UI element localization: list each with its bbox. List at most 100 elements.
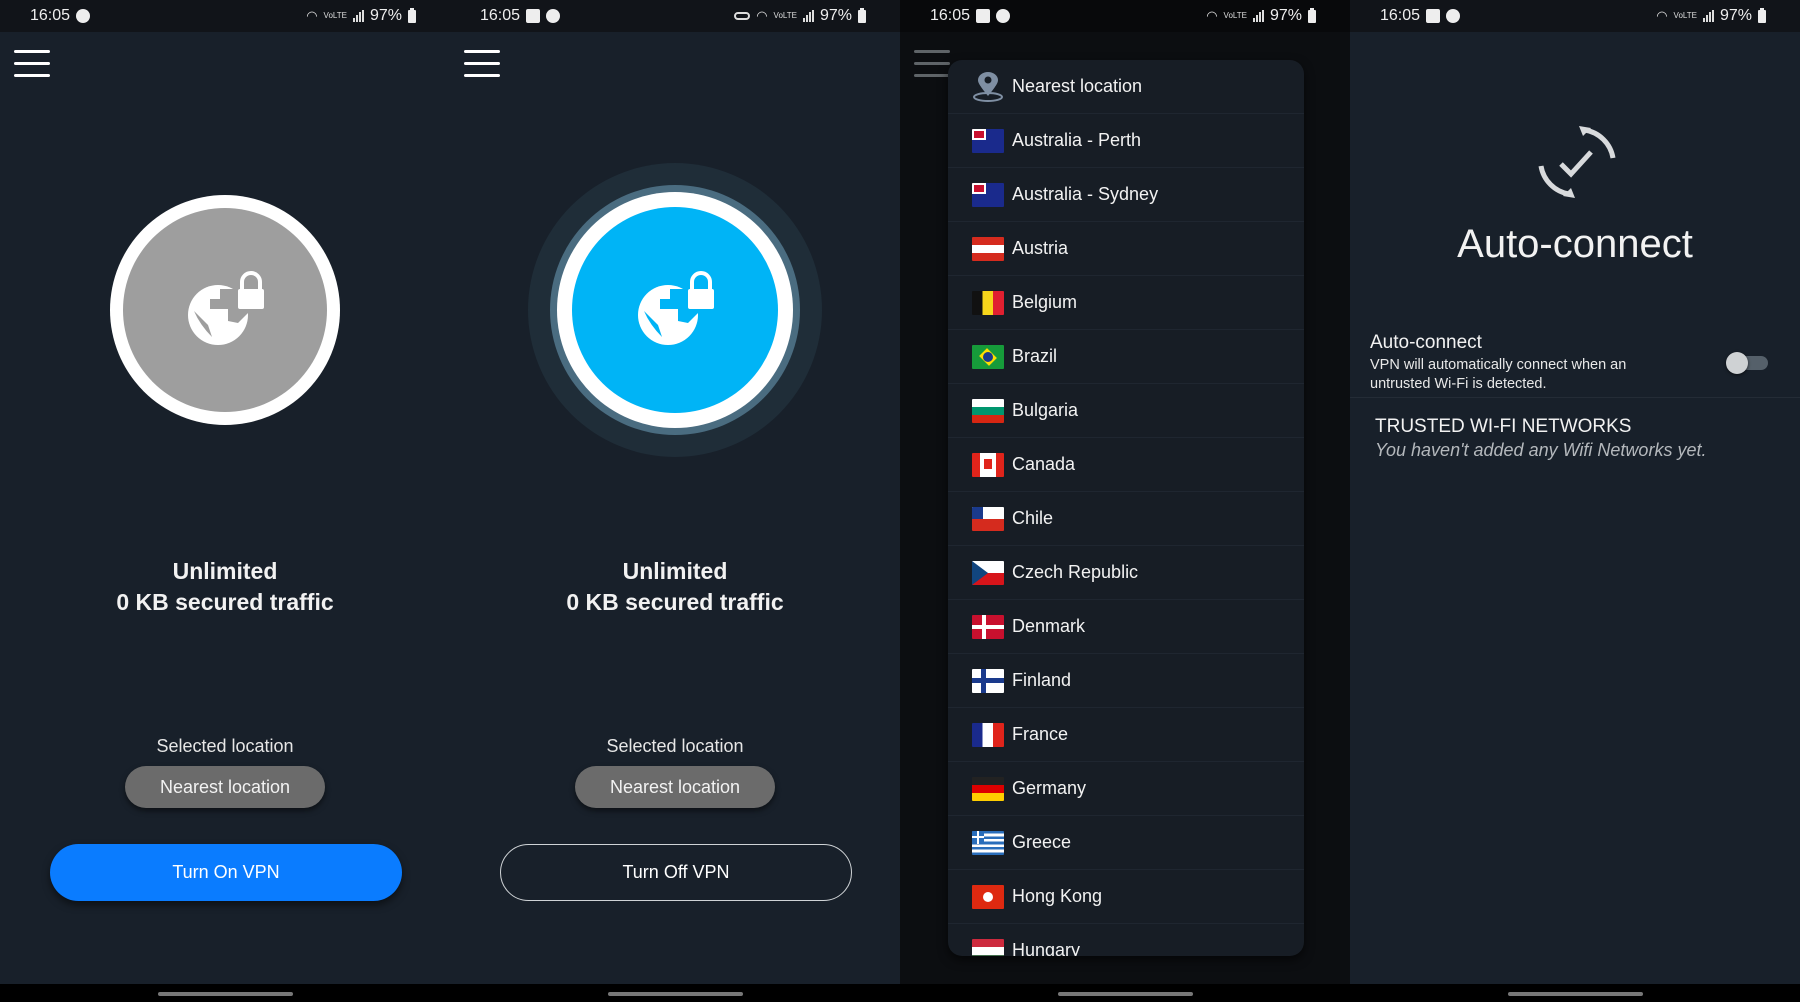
location-item[interactable]: Brazil	[948, 330, 1304, 384]
nav-bar	[0, 984, 450, 1002]
signal-icon	[802, 10, 814, 22]
flag-be-icon	[972, 290, 1004, 315]
globe-lock-icon	[188, 271, 266, 345]
gallery-icon	[526, 9, 541, 23]
location-label: Australia - Perth	[1012, 130, 1142, 150]
flag-cz-icon	[972, 560, 1004, 585]
location-item[interactable]: Canada	[948, 438, 1304, 492]
location-label: Bulgaria	[1012, 400, 1079, 420]
home-handle[interactable]	[1508, 992, 1643, 996]
location-label: Chile	[1012, 508, 1054, 528]
status-bar: 16:05 ◠ VoLTE 97%	[1350, 0, 1800, 32]
flag-dk-icon	[972, 614, 1004, 639]
screen-vpn-off: 16:05 ◠ VoLTE 97% Unlimited 0 KB secured…	[0, 0, 450, 1002]
flag-au-icon	[972, 182, 1004, 207]
location-label: Denmark	[1012, 616, 1086, 636]
location-label: Australia - Sydney	[1012, 184, 1159, 204]
location-pin-icon	[972, 71, 1004, 102]
location-item[interactable]: Germany	[948, 762, 1304, 816]
location-item[interactable]: Bulgaria	[948, 384, 1304, 438]
signal-icon	[1702, 10, 1714, 22]
messenger-icon	[996, 9, 1011, 23]
selected-location-label: Selected location	[156, 736, 294, 756]
location-item[interactable]: Hong Kong	[948, 870, 1304, 924]
location-label: Finland	[1012, 670, 1072, 690]
location-item[interactable]: Finland	[948, 654, 1304, 708]
auto-connect-setting: Auto-connect VPN will automatically conn…	[1370, 332, 1780, 394]
flag-bg-icon	[972, 398, 1004, 423]
battery-percent: 97%	[819, 7, 852, 24]
battery-percent: 97%	[369, 7, 402, 24]
vpn-key-icon	[734, 12, 751, 20]
messenger-icon	[1446, 9, 1461, 23]
auto-connect-description: VPN will automatically connect when an u…	[1370, 357, 1627, 392]
location-item[interactable]: Belgium	[948, 276, 1304, 330]
gallery-icon	[1426, 9, 1441, 23]
auto-connect-toggle[interactable]	[1726, 352, 1768, 374]
menu-button[interactable]	[914, 50, 950, 78]
location-label: Greece	[1012, 832, 1072, 852]
auto-connect-icon	[1538, 126, 1616, 198]
flag-at-icon	[972, 236, 1004, 261]
location-item[interactable]: Australia - Perth	[948, 114, 1304, 168]
menu-button[interactable]	[464, 50, 500, 78]
globe-lock-icon	[638, 271, 716, 345]
location-label: Brazil	[1012, 346, 1058, 366]
traffic-info: Unlimited 0 KB secured traffic	[450, 556, 900, 618]
home-handle[interactable]	[158, 992, 293, 996]
traffic-label: 0 KB secured traffic	[116, 589, 334, 615]
status-bar: 16:05 ◠ VoLTE 97%	[0, 0, 450, 32]
location-label: Canada	[1012, 454, 1076, 474]
battery-icon	[1758, 7, 1766, 23]
gallery-icon	[976, 9, 991, 23]
home-handle[interactable]	[1058, 992, 1193, 996]
location-item[interactable]: Australia - Sydney	[948, 168, 1304, 222]
location-label: Hungary	[1012, 940, 1081, 956]
signal-icon	[352, 10, 364, 22]
traffic-info: Unlimited 0 KB secured traffic	[0, 556, 450, 618]
wifi-icon: ◠	[306, 8, 318, 23]
location-item[interactable]: Nearest location	[948, 60, 1304, 114]
nav-bar	[450, 984, 900, 1002]
signal-icon	[1252, 10, 1264, 22]
home-handle[interactable]	[608, 992, 743, 996]
plan-label: Unlimited	[172, 558, 278, 584]
location-selector[interactable]: Nearest location	[125, 766, 325, 808]
location-item[interactable]: Greece	[948, 816, 1304, 870]
screen-vpn-on: 16:05 ◠ VoLTE 97% Unlimited 0 KB secured…	[450, 0, 900, 1002]
volte-icon: VoLTE	[1223, 11, 1247, 20]
page-title: Auto-connect	[1457, 222, 1693, 266]
status-bar: 16:05 ◠ VoLTE 97%	[900, 0, 1350, 32]
plan-label: Unlimited	[622, 558, 728, 584]
wifi-icon: ◠	[756, 8, 768, 23]
connect-circle-button[interactable]	[110, 195, 340, 425]
trusted-networks-empty: You haven't added any Wifi Networks yet.	[1375, 440, 1707, 460]
location-selector[interactable]: Nearest location	[575, 766, 775, 808]
location-label: Nearest location	[1012, 76, 1143, 96]
menu-button[interactable]	[14, 50, 50, 78]
location-item[interactable]: Czech Republic	[948, 546, 1304, 600]
location-label: France	[1012, 724, 1069, 744]
location-dropdown[interactable]: Nearest location Australia - Perth Austral…	[948, 60, 1304, 956]
location-item[interactable]: Hungary	[948, 924, 1304, 956]
screen-auto-connect: 16:05 ◠ VoLTE 97% Auto-connect Auto-conn…	[1350, 0, 1800, 1002]
disconnect-circle-button[interactable]	[528, 163, 822, 457]
flag-hu-icon	[972, 938, 1004, 956]
battery-percent: 97%	[1269, 7, 1302, 24]
battery-percent: 97%	[1719, 7, 1752, 24]
status-time: 16:05	[30, 7, 71, 24]
location-item[interactable]: France	[948, 708, 1304, 762]
location-label: Czech Republic	[1012, 562, 1139, 582]
messenger-icon	[76, 9, 91, 23]
flag-cl-icon	[972, 506, 1004, 531]
flag-br-icon	[972, 344, 1004, 369]
location-item[interactable]: Denmark	[948, 600, 1304, 654]
location-item[interactable]: Chile	[948, 492, 1304, 546]
flag-au-icon	[972, 128, 1004, 153]
turn-on-vpn-button[interactable]: Turn On VPN	[50, 844, 402, 901]
status-time: 16:05	[1380, 7, 1421, 24]
location-item[interactable]: Austria	[948, 222, 1304, 276]
divider	[1350, 397, 1800, 398]
turn-off-vpn-button[interactable]: Turn Off VPN	[500, 844, 852, 901]
location-label: Hong Kong	[1012, 886, 1103, 906]
